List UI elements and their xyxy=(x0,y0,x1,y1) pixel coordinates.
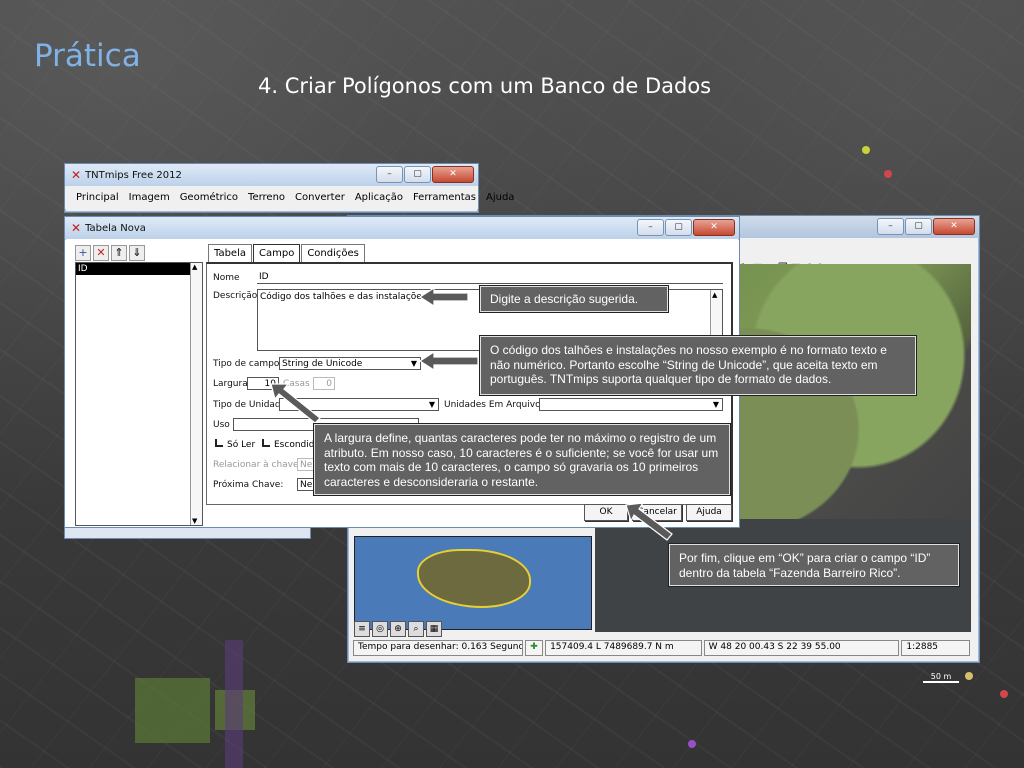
slide-subtitle: 4. Criar Polígonos com um Banco de Dados xyxy=(258,74,712,98)
list-icon[interactable]: ≡ xyxy=(354,621,370,637)
relacionar-label: Relacionar à chave: xyxy=(213,460,302,470)
tipo-campo-value: String de Unicode xyxy=(282,359,363,369)
menu-imagem[interactable]: Imagem xyxy=(124,190,175,205)
menu-geometrico[interactable]: Geométrico xyxy=(175,190,243,205)
list-item[interactable]: ID xyxy=(76,263,202,275)
escondido-label: Escondid xyxy=(274,440,315,450)
arrow-to-descricao xyxy=(418,286,469,308)
tipo-campo-select[interactable]: String de Unicode ▼ xyxy=(279,357,421,370)
nome-field[interactable]: ID xyxy=(257,271,723,284)
overview-map[interactable] xyxy=(354,536,592,630)
arrow-to-tipo-campo xyxy=(418,350,479,372)
menu-ferramentas[interactable]: Ferramentas xyxy=(408,190,481,205)
descricao-value: Código dos talhões e das instalações xyxy=(260,292,427,302)
proxima-chave-label: Próxima Chave: xyxy=(213,480,284,490)
chevron-down-icon: ▼ xyxy=(712,400,720,409)
tab-tabela[interactable]: Tabela xyxy=(208,244,252,262)
menu-principal[interactable]: Principal xyxy=(71,190,124,205)
main-window-titlebar[interactable]: ✕ TNTmips Free 2012 – ▢ ✕ xyxy=(65,164,478,186)
minimize-button[interactable]: – xyxy=(376,166,403,183)
menu-terreno[interactable]: Terreno xyxy=(243,190,290,205)
background-map-dot xyxy=(884,170,892,178)
tntmips-logo-icon: ✕ xyxy=(71,221,82,235)
background-map-dot xyxy=(688,740,696,748)
so-ler-checkbox[interactable]: Só Ler xyxy=(215,439,255,450)
callout-tipo-campo: O código dos talhões e instalações no no… xyxy=(480,336,916,395)
arrow-to-largura xyxy=(270,383,321,424)
field-toolbar: + ✕ ⇑ ⇓ xyxy=(75,245,145,261)
list-scrollbar[interactable] xyxy=(190,263,202,525)
overview-polygon xyxy=(417,549,531,608)
unidades-arquivo-select[interactable]: ▼ xyxy=(539,398,723,411)
maximize-button[interactable]: ▢ xyxy=(404,166,431,183)
dialog-title: Tabela Nova xyxy=(85,222,146,234)
close-button[interactable]: ✕ xyxy=(432,166,474,183)
callout-ok: Por fim, clique em “OK” para criar o cam… xyxy=(669,544,959,586)
target-icon[interactable]: ◎ xyxy=(372,621,388,637)
tipo-campo-label: Tipo de campo: xyxy=(213,359,283,369)
move-up-icon[interactable]: ⇑ xyxy=(111,245,127,261)
descricao-label: Descrição xyxy=(213,291,258,301)
arrow-to-ok xyxy=(625,502,673,541)
crosshair-icon[interactable]: ✚ xyxy=(525,640,544,656)
unidades-arquivo-label: Unidades Em Arquivo: xyxy=(444,400,544,410)
dialog-titlebar[interactable]: ✕ Tabela Nova – ▢ ✕ xyxy=(65,217,739,239)
delete-field-icon[interactable]: ✕ xyxy=(93,245,109,261)
minimize-button[interactable]: – xyxy=(877,218,904,235)
overview-tools: ≡ ◎ ⊕ ⌕ ▦ xyxy=(354,621,442,637)
close-button[interactable]: ✕ xyxy=(693,219,735,236)
tntmips-main-window: ✕ TNTmips Free 2012 – ▢ ✕ Principal Imag… xyxy=(64,163,514,213)
main-window-title: TNTmips Free 2012 xyxy=(85,169,182,181)
scale-status: 1:2885 xyxy=(901,640,970,656)
ajuda-button[interactable]: Ajuda xyxy=(686,504,732,521)
zoom-icon[interactable]: ⊕ xyxy=(390,621,406,637)
close-button[interactable]: ✕ xyxy=(933,218,975,235)
background-map-patch xyxy=(135,678,210,743)
menu-aplicacao[interactable]: Aplicação xyxy=(350,190,408,205)
background-map-dot xyxy=(965,672,973,680)
callout-descricao: Digite a descrição sugerida. xyxy=(480,286,668,312)
tntmips-logo-icon: ✕ xyxy=(71,168,82,182)
move-down-icon[interactable]: ⇓ xyxy=(129,245,145,261)
dialog-tabs: Tabela Campo Condições xyxy=(208,244,366,262)
so-ler-label: Só Ler xyxy=(227,440,256,450)
maximize-button[interactable]: ▢ xyxy=(905,218,932,235)
background-map-dot xyxy=(1000,690,1008,698)
menu-ajuda[interactable]: Ajuda xyxy=(481,190,519,205)
map-status-bar: Tempo para desenhar: 0.163 Segundos ✚ 15… xyxy=(353,640,972,656)
menu-converter[interactable]: Converter xyxy=(290,190,350,205)
largura-label: Largura xyxy=(213,379,248,389)
coordinates-status: 157409.4 L 7489689.7 N m xyxy=(545,640,702,656)
search-icon[interactable]: ⌕ xyxy=(408,621,424,637)
background-map-road xyxy=(225,640,243,768)
minimize-button[interactable]: – xyxy=(637,219,664,236)
scale-bar: 50 m xyxy=(923,672,959,683)
chevron-down-icon: ▼ xyxy=(428,400,436,409)
tab-campo[interactable]: Campo xyxy=(253,244,301,262)
uso-label: Uso xyxy=(213,420,230,430)
tab-condicoes[interactable]: Condições xyxy=(301,244,365,262)
add-field-icon[interactable]: + xyxy=(75,245,91,261)
background-map-dot xyxy=(862,146,870,154)
escondido-checkbox[interactable]: Escondid xyxy=(262,439,314,450)
slide-title: Prática xyxy=(34,38,141,74)
layer-icon[interactable]: ▦ xyxy=(426,621,442,637)
nome-label: Nome xyxy=(213,273,240,283)
callout-largura: A largura define, quantas caracteres pod… xyxy=(314,424,730,495)
main-menu-bar: Principal Imagem Geométrico Terreno Conv… xyxy=(65,186,514,209)
field-list[interactable]: ID xyxy=(75,262,203,526)
maximize-button[interactable]: ▢ xyxy=(665,219,692,236)
geographic-status: W 48 20 00.43 S 22 39 55.00 xyxy=(703,640,900,656)
draw-time-status: Tempo para desenhar: 0.163 Segundos xyxy=(353,640,524,656)
